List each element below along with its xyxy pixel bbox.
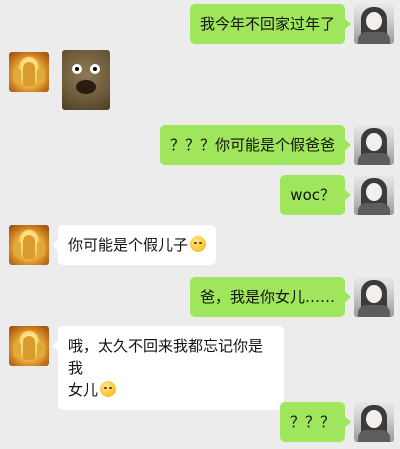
surprised-gopher-sticker[interactable] [62,50,110,110]
my-avatar[interactable] [354,125,394,165]
message-text: woc？ [290,186,335,204]
message-text: ？？？你可能是个假爸爸 [169,136,335,154]
message-bubble[interactable]: 爸，我是你女儿…… [189,277,352,317]
message-text: 我今年不回家过年了 [199,15,335,33]
contact-avatar[interactable] [9,326,49,366]
my-avatar[interactable] [354,277,394,317]
my-avatar[interactable] [354,4,394,44]
message-text: ？？？ [289,413,335,431]
contact-avatar[interactable] [9,225,49,265]
message-bubble[interactable]: ？？？ [279,402,352,442]
message-bubble[interactable]: 哦，太久不回来我都忘记你是我 女儿 [52,326,284,410]
message-text-line: 哦，太久不回来我都忘记你是我 [68,337,264,377]
message-text: 爸，我是你女儿…… [199,288,335,306]
message-text-line: 女儿 [68,381,99,399]
message-bubble[interactable]: 你可能是个假儿子 [51,225,217,265]
message-bubble[interactable]: ？？？你可能是个假爸爸 [159,125,352,165]
message-bubble[interactable]: woc？ [280,175,351,215]
smile-emoji-icon [190,236,207,252]
message-bubble[interactable]: 我今年不回家过年了 [189,4,352,44]
my-avatar[interactable] [354,402,394,442]
smile-emoji-icon [100,381,117,397]
contact-avatar[interactable] [9,52,49,92]
message-text: 你可能是个假儿子 [68,236,189,254]
my-avatar[interactable] [354,175,394,215]
